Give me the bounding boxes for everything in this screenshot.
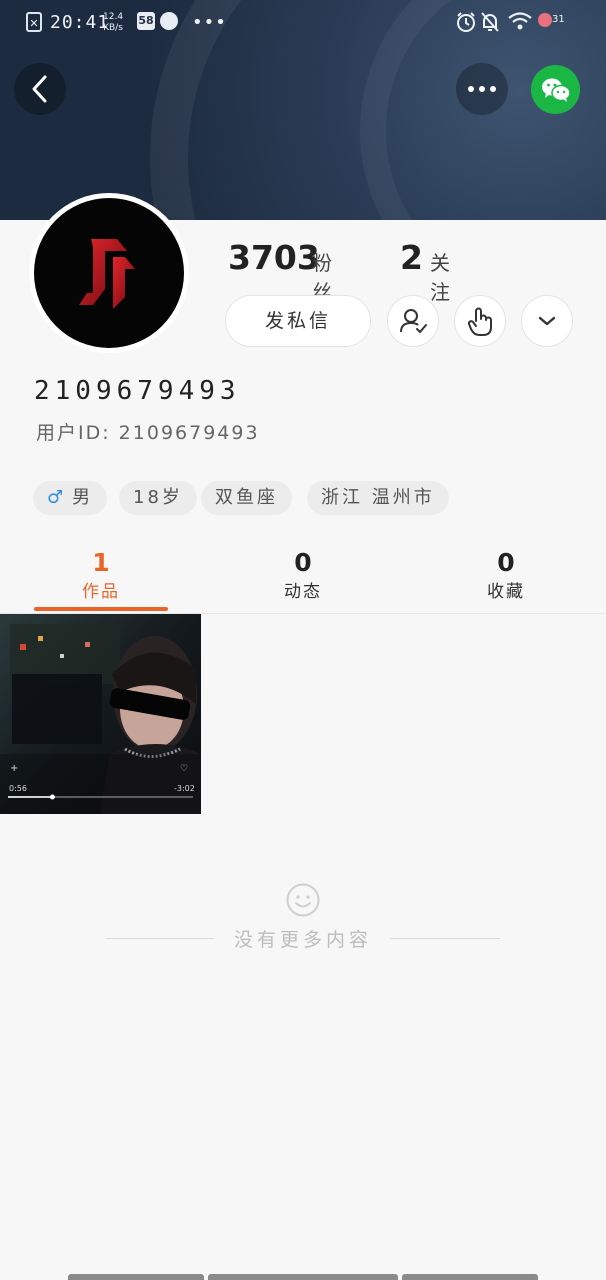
active-tab-indicator [34,607,168,611]
network-speed: 12.4 KB/s [103,12,123,34]
divider [390,938,500,939]
network-speed-value: 12.4 [103,12,124,22]
avatar[interactable] [29,193,189,353]
mute-bell-icon [481,12,499,32]
more-options-button[interactable] [456,63,508,115]
expand-more-button[interactable] [521,295,573,347]
status-time: 20:41 [50,12,110,33]
tab-favorites[interactable]: 0 收藏 [436,545,576,603]
more-notifications-icon: ••• [192,12,227,33]
wechat-share-button[interactable] [531,65,580,114]
no-more-content-text: 没有更多内容 [234,929,373,951]
svg-text:+: + [10,763,18,774]
chevron-down-icon [538,316,556,326]
tab-works-count: 1 [92,548,110,577]
fans-count[interactable]: 3703 [228,238,320,277]
status-bar: ✕ 20:41 12.4 KB/s 58 ••• 31 [0,0,606,46]
svg-text:♡: ♡ [180,764,188,774]
video-preview-image: + ♡ [0,614,201,814]
video-thumbnail[interactable]: + ♡ 0:56 -3:02 [0,614,201,814]
smiley-icon [286,883,320,917]
battery-icon [538,13,552,27]
tab-works-label: 作品 [82,582,120,602]
divider [106,938,214,939]
gender-tag: ♂ 男 [33,481,108,515]
back-button[interactable] [14,63,66,115]
age-tag: 18岁 [119,481,197,515]
tap-hand-icon [467,307,492,336]
battery-level: 31 [552,14,565,25]
tab-works[interactable]: 1 作品 [31,545,171,603]
user-check-icon [400,309,427,334]
more-horizontal-icon [468,86,496,92]
tab-favorites-label: 收藏 [487,582,525,602]
nav-gesture-bar[interactable] [402,1274,538,1280]
tab-activity[interactable]: 0 动态 [233,545,373,603]
following-label[interactable]: 关注 [430,247,454,305]
tab-activity-count: 0 [294,548,312,577]
send-message-button[interactable]: 发私信 [225,295,371,347]
username: 2109679493 [34,376,241,406]
tab-favorites-count: 0 [497,548,515,577]
location-tag: 浙江 温州市 [307,481,449,515]
following-count[interactable]: 2 [400,238,423,277]
avatar-image [34,198,184,348]
wifi-icon [508,12,532,30]
app-notification-icon [160,12,178,30]
male-icon: ♂ [47,487,67,508]
video-current-time: 0:56 [9,784,27,793]
nav-gesture-bar[interactable] [68,1274,204,1280]
app-58-icon: 58 [137,12,155,30]
sim-icon: ✕ [26,12,42,32]
network-speed-unit: KB/s [103,23,123,33]
gender-text: 男 [72,487,94,508]
user-id: 用户ID: 2109679493 [36,422,260,444]
content-tabs: 1 作品 0 动态 0 收藏 [0,545,606,614]
video-remaining-time: -3:02 [174,784,195,793]
wechat-icon [541,78,571,102]
constellation-tag: 双鱼座 [201,481,292,515]
alarm-icon [457,12,475,32]
nav-gesture-bar[interactable] [208,1274,398,1280]
poke-button[interactable] [454,295,506,347]
chevron-left-icon [32,75,47,103]
avatar-logo-icon [79,239,135,309]
follow-user-button[interactable] [387,295,439,347]
tab-activity-label: 动态 [284,582,322,602]
